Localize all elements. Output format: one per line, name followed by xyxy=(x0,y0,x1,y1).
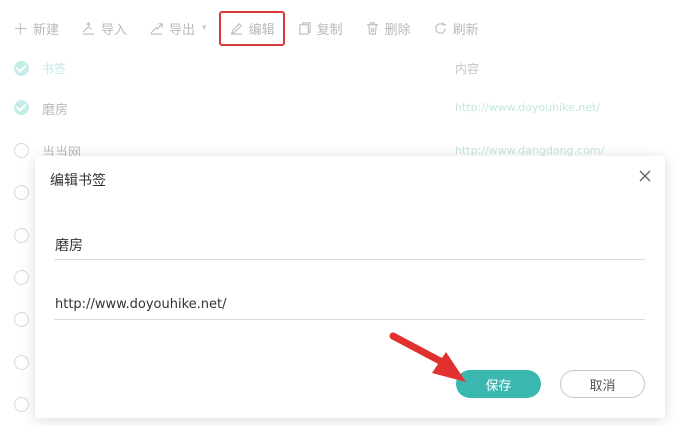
trash-icon xyxy=(366,21,378,35)
row-checkbox[interactable] xyxy=(14,397,29,412)
list-header: 书签 内容 xyxy=(0,56,679,80)
row-checkbox[interactable] xyxy=(14,355,29,370)
import-icon xyxy=(82,21,95,35)
bookmark-name: 磨房 xyxy=(42,103,69,118)
select-all-checkbox[interactable] xyxy=(14,61,29,76)
toolbar: 新建 导入 导出 ▾ 编辑 复制 删除 刷新 xyxy=(0,10,679,46)
chevron-down-icon: ▾ xyxy=(202,23,207,33)
row-checkbox[interactable] xyxy=(14,270,29,285)
column-header-content: 内容 xyxy=(455,62,480,76)
row-checkbox[interactable] xyxy=(14,100,29,115)
bookmark-name-input[interactable] xyxy=(54,230,645,260)
export-icon xyxy=(150,22,163,35)
pencil-icon xyxy=(230,22,242,35)
close-icon xyxy=(639,170,651,182)
save-button[interactable]: 保存 xyxy=(456,370,541,398)
bookmark-url-input[interactable] xyxy=(54,290,645,320)
row-checkbox[interactable] xyxy=(14,143,29,158)
edit-bookmark-dialog: 编辑书签 保存 取消 xyxy=(35,156,665,418)
copy-button[interactable]: 复制 xyxy=(297,19,343,38)
export-button[interactable]: 导出 ▾ xyxy=(149,19,207,38)
row-checkbox[interactable] xyxy=(14,185,29,200)
delete-button[interactable]: 删除 xyxy=(365,19,411,38)
copy-icon xyxy=(298,21,311,35)
bookmark-url[interactable]: http://www.doyouhike.net/ xyxy=(455,101,600,114)
edit-button[interactable]: 编辑 xyxy=(218,10,285,46)
dialog-title: 编辑书签 xyxy=(50,173,106,189)
refresh-icon xyxy=(434,21,446,34)
column-header-name: 书签 xyxy=(42,62,67,76)
cancel-button[interactable]: 取消 xyxy=(560,370,645,398)
refresh-button[interactable]: 刷新 xyxy=(433,19,479,38)
row-checkbox[interactable] xyxy=(14,312,29,327)
import-button[interactable]: 导入 xyxy=(81,19,127,38)
close-button[interactable] xyxy=(637,168,653,184)
row-checkbox[interactable] xyxy=(14,228,29,243)
new-button[interactable]: 新建 xyxy=(13,19,59,38)
plus-icon xyxy=(14,22,27,34)
